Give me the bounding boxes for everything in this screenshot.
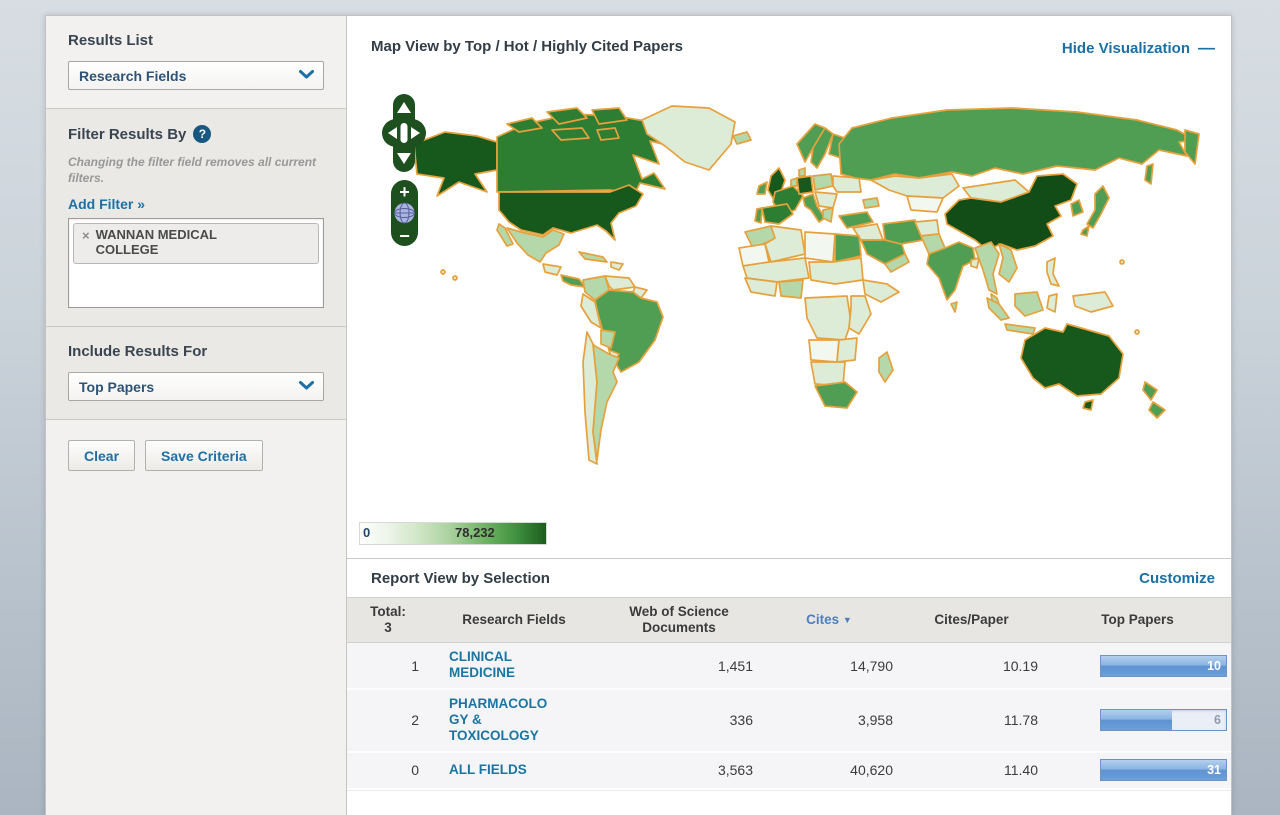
- cites-label: Cites: [806, 612, 839, 627]
- table-row: 0 ALL FIELDS 3,563 40,620 11.40 31: [347, 753, 1231, 790]
- top-papers-bar: 10: [1100, 655, 1227, 677]
- map-view-title: Map View by Top / Hot / Highly Cited Pap…: [371, 38, 683, 55]
- filter-heading: Filter Results By ?: [68, 125, 324, 143]
- top-papers-value: 6: [1214, 713, 1221, 727]
- top-papers-bar: 31: [1100, 759, 1227, 781]
- include-results-section: Include Results For Top Papers: [46, 326, 346, 419]
- report-view-title: Report View by Selection: [371, 570, 550, 587]
- top-papers-value: 10: [1207, 659, 1221, 673]
- zoom-out-icon[interactable]: −: [399, 226, 410, 246]
- column-cites-per-paper[interactable]: Cites/Paper: [899, 608, 1044, 632]
- wos-documents-value: 336: [599, 712, 759, 728]
- minus-icon: —: [1198, 38, 1215, 58]
- help-icon[interactable]: ?: [193, 125, 211, 143]
- row-rank: 0: [347, 762, 429, 778]
- row-rank: 1: [347, 658, 429, 674]
- research-field-link[interactable]: PHARMACOLOGY & TOXICOLOGY: [449, 696, 555, 744]
- cites-value: 40,620: [759, 762, 899, 778]
- world-map-container: + − 0 78,232: [347, 78, 1231, 558]
- include-results-dropdown[interactable]: Top Papers: [68, 372, 324, 401]
- results-list-heading: Results List: [68, 32, 324, 49]
- total-label: Total:: [349, 604, 427, 620]
- app-panel: Results List Research Fields Filter Resu…: [45, 15, 1232, 815]
- results-list-selected-value: Research Fields: [79, 68, 186, 84]
- legend-max-value: 78,232: [455, 525, 495, 540]
- results-list-dropdown[interactable]: Research Fields: [68, 61, 324, 90]
- total-value: 3: [349, 620, 427, 636]
- research-field-link[interactable]: ALL FIELDS: [449, 762, 527, 778]
- column-top-papers[interactable]: Top Papers: [1044, 608, 1231, 632]
- map-controls: + −: [377, 92, 437, 257]
- sidebar: Results List Research Fields Filter Resu…: [46, 16, 347, 815]
- column-total: Total: 3: [347, 600, 429, 639]
- filter-list-box: × WANNAN MEDICAL COLLEGE: [68, 218, 324, 308]
- filter-heading-label: Filter Results By: [68, 126, 186, 143]
- zoom-in-icon[interactable]: +: [399, 182, 410, 202]
- filter-section: Filter Results By ? Changing the filter …: [46, 108, 346, 326]
- map-zoom-control[interactable]: + −: [391, 180, 418, 246]
- cites-per-paper-value: 11.78: [899, 712, 1044, 728]
- cites-value: 3,958: [759, 712, 899, 728]
- clear-button[interactable]: Clear: [68, 440, 135, 471]
- cites-per-paper-value: 11.40: [899, 762, 1044, 778]
- table-footer-space: [347, 790, 1231, 815]
- map-legend-gradient: 0 78,232: [359, 522, 547, 545]
- table-row: 1 CLINICAL MEDICINE 1,451 14,790 10.19 1…: [347, 643, 1231, 690]
- remove-filter-icon[interactable]: ×: [82, 228, 90, 258]
- row-rank: 2: [347, 712, 429, 728]
- include-results-heading: Include Results For: [68, 343, 324, 360]
- research-field-link[interactable]: CLINICAL MEDICINE: [449, 649, 555, 681]
- sidebar-actions-section: Clear Save Criteria: [46, 419, 346, 815]
- add-filter-link[interactable]: Add Filter »: [68, 196, 145, 212]
- map-view-header: Map View by Top / Hot / Highly Cited Pap…: [347, 16, 1231, 78]
- report-view-header: Report View by Selection Customize: [347, 558, 1231, 597]
- filter-chip-label: WANNAN MEDICAL COLLEGE: [96, 228, 246, 258]
- chevron-down-icon: [298, 378, 315, 396]
- filter-note: Changing the filter field removes all cu…: [68, 155, 324, 186]
- filter-chip[interactable]: × WANNAN MEDICAL COLLEGE: [73, 223, 319, 264]
- hide-visualization-label: Hide Visualization: [1062, 40, 1190, 57]
- top-papers-bar: 6: [1100, 709, 1227, 731]
- customize-link[interactable]: Customize: [1139, 570, 1215, 587]
- column-wos-documents[interactable]: Web of Science Documents: [599, 600, 759, 639]
- wos-documents-value: 3,563: [599, 762, 759, 778]
- cites-value: 14,790: [759, 658, 899, 674]
- include-results-selected-value: Top Papers: [79, 379, 154, 395]
- main-content: Map View by Top / Hot / Highly Cited Pap…: [347, 16, 1231, 815]
- column-cites-sorted[interactable]: Cites ▼: [759, 608, 899, 632]
- column-research-fields[interactable]: Research Fields: [429, 608, 599, 632]
- report-table-header: Total: 3 Research Fields Web of Science …: [347, 597, 1231, 643]
- hide-visualization-link[interactable]: Hide Visualization —: [1062, 38, 1215, 58]
- sort-descending-icon: ▼: [843, 615, 852, 625]
- save-criteria-button[interactable]: Save Criteria: [145, 440, 263, 471]
- map-pan-control[interactable]: [382, 94, 426, 172]
- top-papers-value: 31: [1207, 763, 1221, 777]
- world-map-choropleth[interactable]: [347, 78, 1231, 528]
- legend-min-value: 0: [363, 525, 370, 540]
- cites-per-paper-value: 10.19: [899, 658, 1044, 674]
- table-row: 2 PHARMACOLOGY & TOXICOLOGY 336 3,958 11…: [347, 690, 1231, 753]
- wos-documents-value: 1,451: [599, 658, 759, 674]
- chevron-down-icon: [298, 67, 315, 85]
- results-list-section: Results List Research Fields: [46, 16, 346, 108]
